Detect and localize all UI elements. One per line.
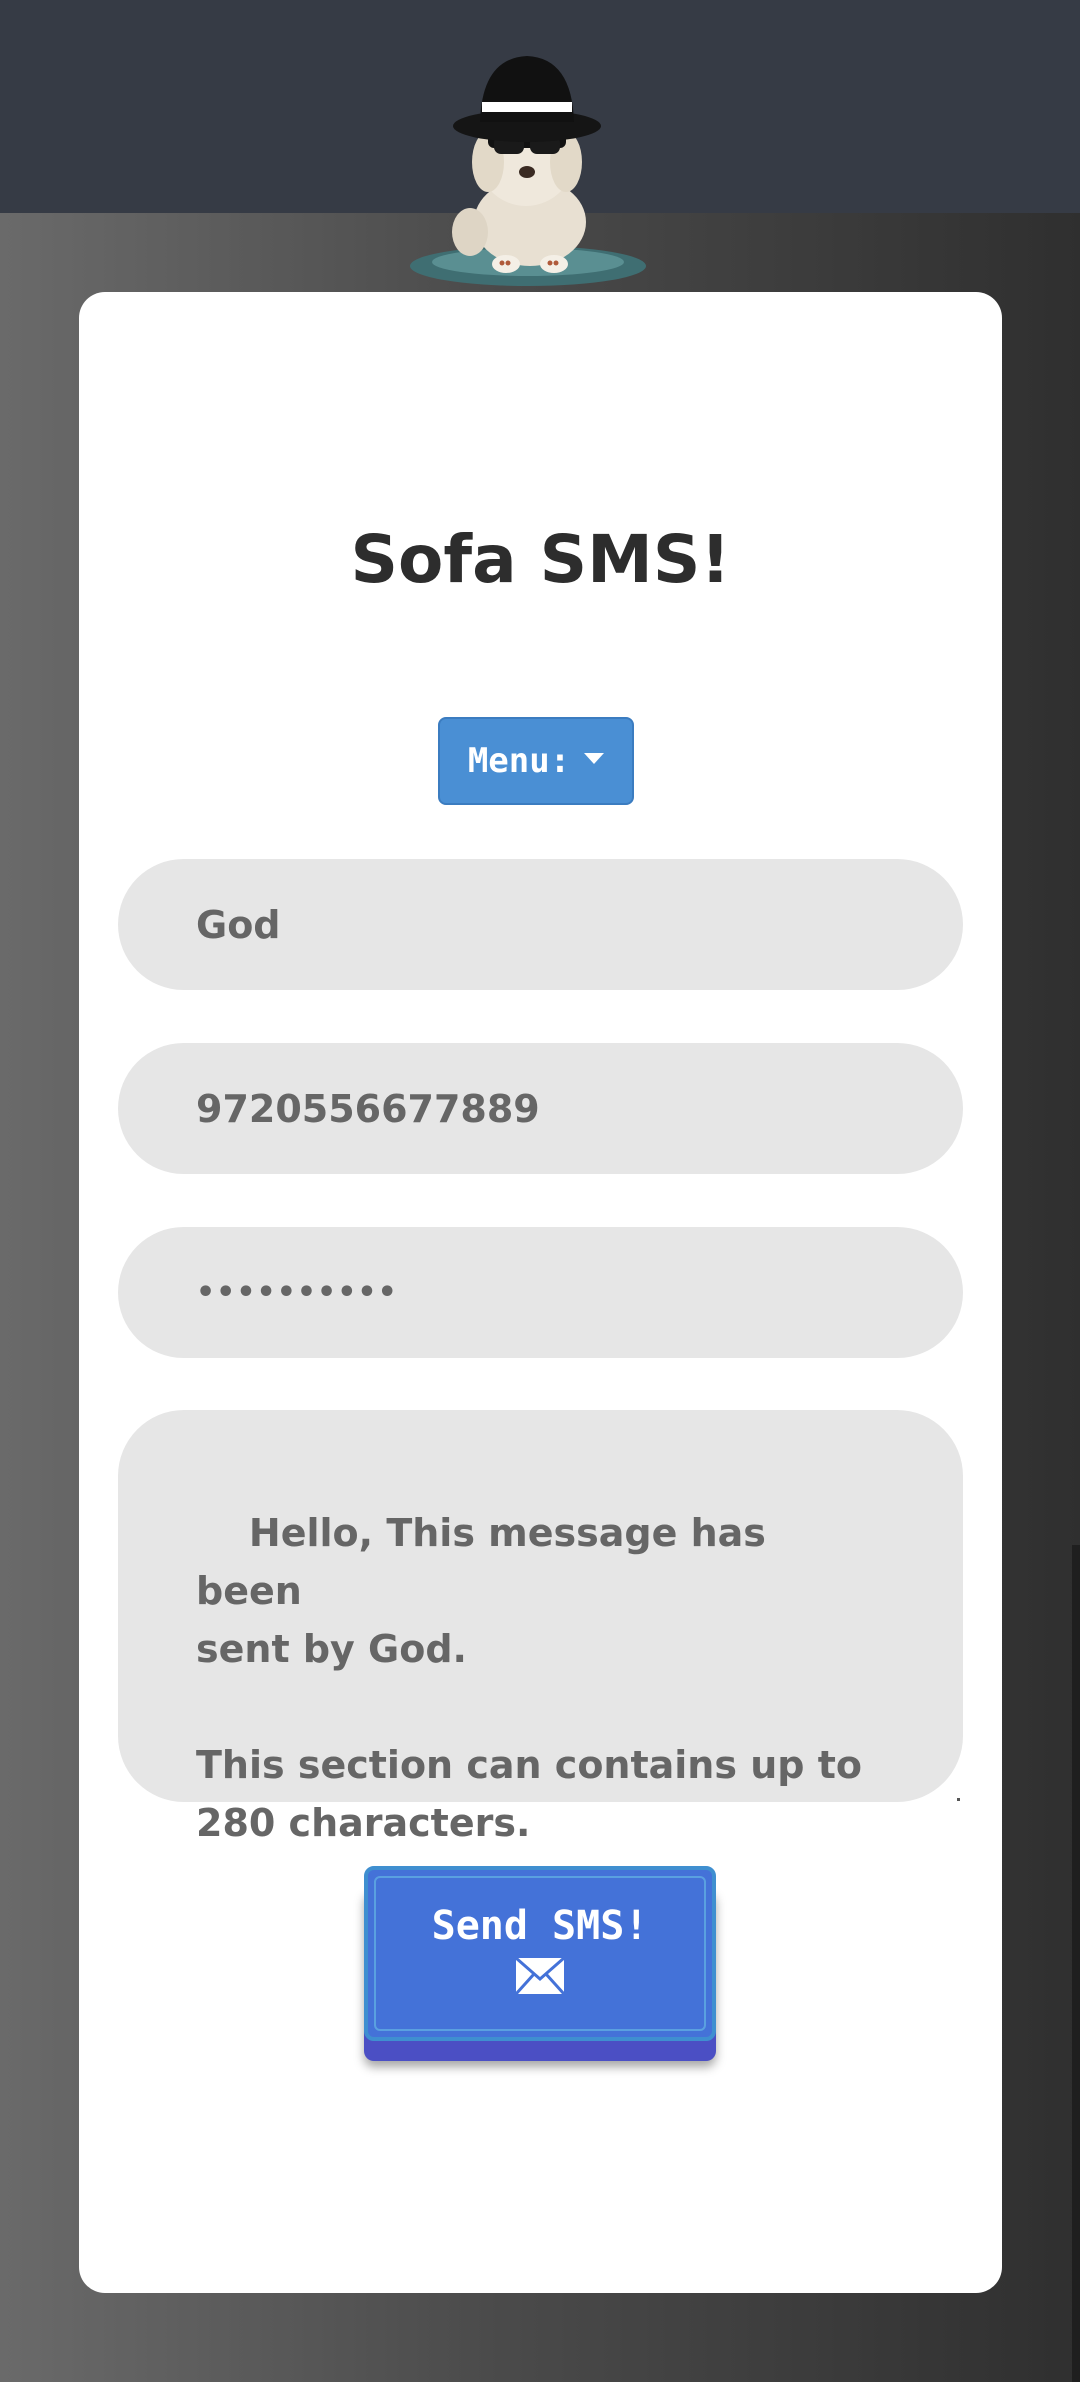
send-button-inner-border: [374, 1876, 706, 2031]
sender-name-value: God: [196, 902, 281, 947]
sender-name-input[interactable]: God: [118, 859, 963, 990]
phone-number-input[interactable]: 9720556677889: [118, 1043, 963, 1174]
sms-form-card: Sofa SMS! Menu: God 9720556677889 ••••••…: [79, 292, 1002, 2293]
message-value: Hello, This message has been sent by God…: [196, 1511, 862, 1845]
send-sms-button[interactable]: Send SMS!: [364, 1866, 716, 2041]
password-value: ••••••••••: [196, 1275, 398, 1310]
page-title: Sofa SMS!: [350, 521, 731, 598]
scrollbar-edge: [1072, 1545, 1080, 2382]
menu-dropdown-button[interactable]: Menu:: [438, 717, 634, 805]
caret-down-icon: [584, 752, 605, 764]
envelope-icon: [515, 1956, 565, 1995]
dog-with-hat-icon: [410, 56, 646, 286]
message-textarea[interactable]: Hello, This message has been sent by God…: [118, 1410, 963, 1845]
textarea-resize-handle[interactable]: [957, 1798, 960, 1801]
menu-label: Menu:: [467, 741, 571, 781]
send-button-label: Send SMS!: [431, 1902, 649, 1949]
phone-number-value: 9720556677889: [196, 1086, 540, 1131]
password-input[interactable]: ••••••••••: [118, 1227, 963, 1358]
send-sms-button-wrapper: Send SMS!: [364, 1866, 716, 2061]
